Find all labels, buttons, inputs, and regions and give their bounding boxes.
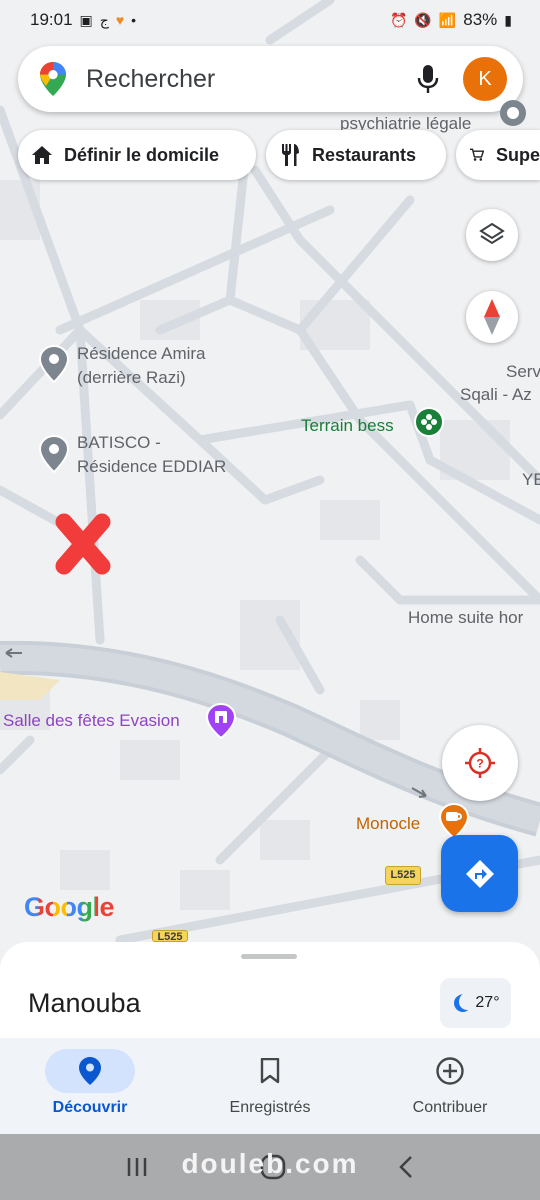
directions-icon: [465, 859, 494, 888]
map-label-residence-amira-sub[interactable]: (derrière Razi): [77, 366, 186, 390]
search-input[interactable]: Rechercher: [86, 65, 415, 94]
chip-label: Définir le domicile: [64, 144, 220, 165]
dot-icon: •: [131, 12, 137, 28]
cart-icon: [470, 148, 484, 161]
nav-label: Contribuer: [412, 1099, 488, 1116]
gallery-icon: ▣: [79, 11, 93, 28]
nav-contribute[interactable]: Contribuer: [360, 1038, 540, 1134]
layers-icon: [479, 222, 505, 245]
poi-pin-icon[interactable]: [496, 96, 530, 130]
home-icon: [32, 146, 52, 164]
map-label-terrain[interactable]: Terrain bess: [301, 414, 394, 438]
bottom-navigation: Découvrir Enregistrés Contribuer: [0, 1038, 540, 1134]
compass-icon: [484, 299, 500, 335]
google-maps-logo-icon: [40, 62, 66, 96]
compass-button[interactable]: [466, 291, 518, 343]
account-avatar[interactable]: K: [463, 57, 507, 101]
my-location-button[interactable]: ?: [442, 725, 518, 801]
google-logo: Google: [24, 892, 115, 922]
road-badge: L525: [152, 930, 188, 942]
chip-set-home[interactable]: Définir le domicile: [18, 130, 256, 180]
nav-indicator: [405, 1049, 495, 1093]
map-label-sqali[interactable]: Sqali - Az: [460, 383, 532, 407]
restaurant-icon: [282, 144, 299, 166]
temperature: 27°: [475, 994, 500, 1011]
event-venue-icon[interactable]: [204, 702, 238, 740]
sheet-drag-handle[interactable]: [241, 954, 297, 959]
map-label-serv[interactable]: Serv: [506, 360, 540, 384]
location-pin-icon: [79, 1057, 101, 1085]
layers-button[interactable]: [466, 209, 518, 261]
watermark-text: douleb.com: [181, 1148, 359, 1179]
map-label-residence-amira[interactable]: Résidence Amira: [77, 342, 206, 366]
map-label-batisco[interactable]: BATISCO -: [77, 431, 161, 455]
chip-restaurants[interactable]: Restaurants: [266, 130, 446, 180]
add-circle-icon: [436, 1057, 464, 1085]
map-label-salle-des-fetes[interactable]: Salle des fêtes Evasion: [3, 709, 180, 733]
poi-pin-icon[interactable]: [37, 344, 71, 384]
nav-label: Enregistrés: [229, 1099, 311, 1116]
map-label-monocle[interactable]: Monocle: [356, 812, 420, 836]
notification-icon: ج: [99, 11, 109, 28]
chip-label: Restaurants: [312, 144, 417, 165]
map-label-ye[interactable]: YE: [522, 468, 540, 492]
mute-icon: 🔇: [414, 11, 432, 28]
svg-text:?: ?: [476, 757, 483, 771]
battery-level: 83%: [463, 10, 498, 29]
wifi-icon: 📶: [438, 11, 457, 28]
alarm-icon: ⏰: [389, 11, 408, 28]
location-unknown-icon: ?: [465, 748, 495, 778]
search-bar[interactable]: Rechercher K: [18, 46, 523, 112]
battery-icon: ▮: [504, 11, 512, 28]
poi-pin-icon[interactable]: [37, 434, 71, 474]
heart-icon: ♥: [115, 12, 125, 28]
nav-indicator: [45, 1049, 135, 1093]
chip-label: Supe: [495, 144, 540, 165]
nav-indicator: [225, 1049, 315, 1093]
park-icon[interactable]: [413, 406, 445, 438]
nav-discover[interactable]: Découvrir: [0, 1038, 180, 1134]
map-label-batisco-sub[interactable]: Résidence EDDIAR: [77, 455, 226, 479]
moon-icon: [454, 994, 469, 1012]
status-bar: 19:01 ▣ ج ♥ • ⏰ 🔇 📶 83% ▮: [0, 0, 540, 40]
weather-badge[interactable]: 27°: [440, 978, 511, 1028]
bookmark-icon: [260, 1058, 280, 1084]
nav-saved[interactable]: Enregistrés: [180, 1038, 360, 1134]
road-badge: L525: [385, 866, 421, 885]
chip-supermarkets[interactable]: Supe: [456, 130, 540, 180]
microphone-icon[interactable]: [415, 64, 441, 94]
status-time: 19:01: [30, 10, 73, 29]
directions-button[interactable]: [441, 835, 518, 912]
map-label-home-suite[interactable]: Home suite hor: [408, 606, 523, 630]
place-name: Manouba: [28, 988, 141, 1018]
nav-label: Découvrir: [52, 1099, 128, 1116]
